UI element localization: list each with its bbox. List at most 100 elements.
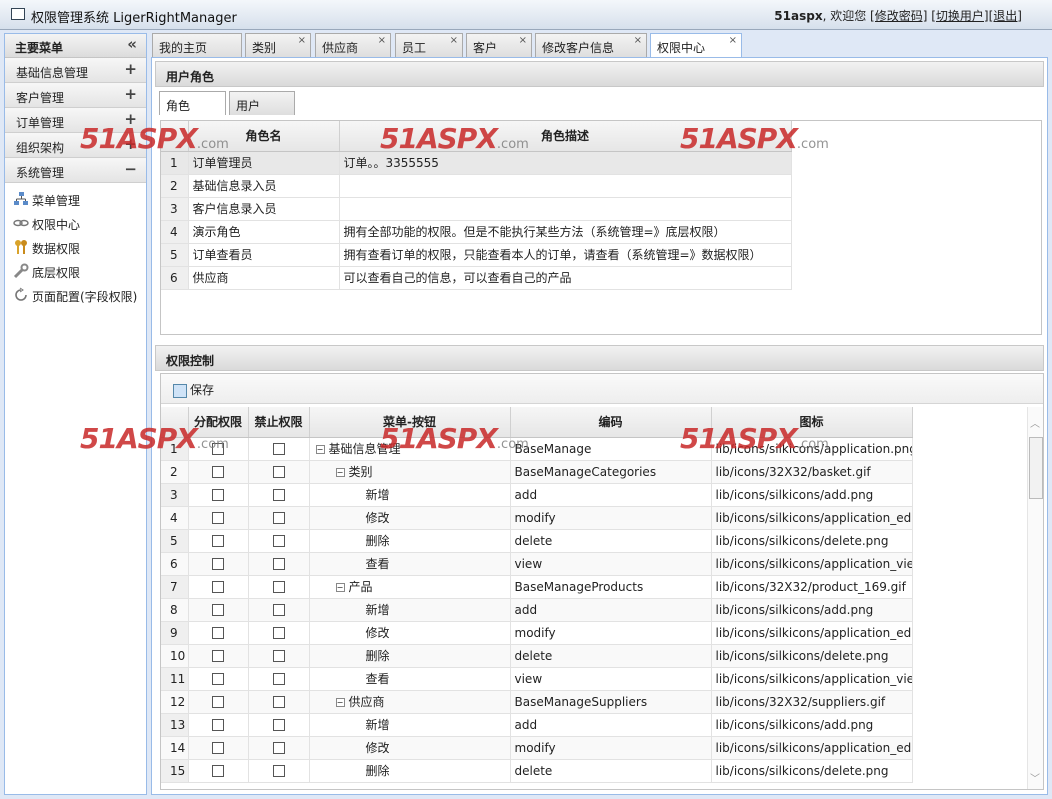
forbid-checkbox[interactable]: [272, 443, 285, 455]
forbid-checkbox[interactable]: [272, 489, 285, 501]
scrollbar-thumb[interactable]: [1029, 437, 1043, 499]
column-header-code[interactable]: 编码: [510, 407, 712, 438]
assign-checkbox[interactable]: [212, 765, 224, 777]
sidebar-group-organization[interactable]: 组织架构 +: [5, 133, 146, 158]
forbid-checkbox[interactable]: [272, 742, 285, 754]
assign-checkbox[interactable]: [212, 696, 224, 708]
table-row[interactable]: 3 客户信息录入员: [161, 197, 792, 221]
sidebar-item-data-permission[interactable]: 数据权限: [5, 235, 146, 259]
assign-checkbox[interactable]: [212, 627, 224, 639]
column-header-forbid[interactable]: 禁止权限: [248, 407, 310, 438]
table-row[interactable]: 12− 供应商 BaseManageSuppliers lib/icons/32X32…: [161, 690, 913, 714]
tree-collapse-icon[interactable]: −: [335, 698, 345, 707]
close-icon[interactable]: ×: [378, 35, 386, 46]
sidebar-item-menu-manage[interactable]: 菜单管理: [5, 187, 146, 211]
sidebar-item-page-config[interactable]: 页面配置(字段权限): [5, 283, 146, 307]
row-number: 13: [161, 713, 189, 737]
save-button[interactable]: 保存: [173, 381, 214, 398]
table-row[interactable]: 1− 基础信息管理 BaseManage lib/icons/silkicons/ap…: [161, 437, 913, 461]
forbid-checkbox[interactable]: [272, 512, 285, 524]
code-cell: delete: [510, 529, 712, 553]
table-row[interactable]: 8 新增 add lib/icons/silkicons/add.png: [161, 598, 913, 622]
forbid-checkbox[interactable]: [272, 627, 285, 639]
column-header-menu-button[interactable]: 菜单-按钮: [309, 407, 511, 438]
table-row[interactable]: 4 演示角色 拥有全部功能的权限。但是不能执行某些方法（系统管理=》底层权限）: [161, 220, 792, 244]
column-header-role-desc[interactable]: 角色描述: [339, 121, 792, 152]
collapse-icon[interactable]: «: [127, 35, 137, 53]
assign-checkbox[interactable]: [212, 719, 224, 731]
tree-collapse-icon[interactable]: −: [335, 583, 345, 592]
forbid-checkbox[interactable]: [272, 581, 285, 593]
forbid-checkbox[interactable]: [272, 535, 285, 547]
sidebar-item-permission-center[interactable]: 权限中心: [5, 211, 146, 235]
table-row[interactable]: 11 查看 view lib/icons/silkicons/application_…: [161, 667, 913, 691]
sidebar-item-base-permission[interactable]: 底层权限: [5, 259, 146, 283]
change-password-link[interactable]: [修改密码]: [870, 9, 927, 23]
vertical-scrollbar[interactable]: ︿ ﹀: [1027, 407, 1043, 789]
scroll-up-icon[interactable]: ︿: [1030, 415, 1040, 430]
subtab-users[interactable]: 用户: [229, 91, 295, 115]
tab-category[interactable]: 类别 ×: [245, 33, 311, 57]
assign-checkbox[interactable]: [212, 581, 224, 593]
forbid-checkbox[interactable]: [272, 673, 285, 685]
table-row[interactable]: 14 修改 modify lib/icons/silkicons/applicatio…: [161, 736, 913, 760]
assign-checkbox[interactable]: [212, 673, 224, 685]
tree-collapse-icon[interactable]: −: [315, 445, 325, 454]
assign-checkbox[interactable]: [212, 466, 224, 478]
assign-checkbox[interactable]: [212, 558, 224, 570]
tab-edit-customer[interactable]: 修改客户信息 ×: [535, 33, 647, 57]
forbid-checkbox[interactable]: [272, 765, 285, 777]
table-row[interactable]: 4 修改 modify lib/icons/silkicons/application…: [161, 506, 913, 530]
tab-employee[interactable]: 员工 ×: [395, 33, 463, 57]
scroll-down-icon[interactable]: ﹀: [1030, 770, 1040, 785]
close-icon[interactable]: ×: [519, 35, 527, 46]
assign-cell: [188, 529, 249, 553]
table-row[interactable]: 1 订单管理员 订单。。3355555: [161, 151, 792, 175]
table-row[interactable]: 2 基础信息录入员: [161, 174, 792, 198]
assign-checkbox[interactable]: [212, 604, 224, 616]
sidebar-group-system[interactable]: 系统管理 −: [5, 158, 146, 183]
forbid-checkbox[interactable]: [272, 696, 285, 708]
row-number: 1: [161, 437, 189, 461]
tree-collapse-icon[interactable]: −: [335, 468, 345, 477]
table-row[interactable]: 10 删除 delete lib/icons/silkicons/delete.png: [161, 644, 913, 668]
forbid-checkbox[interactable]: [272, 466, 285, 478]
column-header-icon[interactable]: 图标: [711, 407, 913, 438]
column-header-assign[interactable]: 分配权限: [188, 407, 249, 438]
column-header-role-name[interactable]: 角色名: [188, 121, 340, 152]
table-row[interactable]: 9 修改 modify lib/icons/silkicons/application…: [161, 621, 913, 645]
forbid-checkbox[interactable]: [272, 719, 285, 731]
subtab-roles[interactable]: 角色: [159, 91, 226, 115]
table-row[interactable]: 5 删除 delete lib/icons/silkicons/delete.png: [161, 529, 913, 553]
forbid-checkbox[interactable]: [272, 604, 285, 616]
tab-home[interactable]: 我的主页: [152, 33, 242, 57]
table-row[interactable]: 5 订单查看员 拥有查看订单的权限，只能查看本人的订单，请查看（系统管理=》数据权限…: [161, 243, 792, 267]
close-icon[interactable]: ×: [634, 35, 642, 46]
close-icon[interactable]: ×: [450, 35, 458, 46]
table-row[interactable]: 2− 类别 BaseManageCategories lib/icons/32X32/…: [161, 460, 913, 484]
switch-user-link[interactable]: [切换用户]: [931, 9, 988, 23]
tab-permission-center[interactable]: 权限中心 ×: [650, 33, 742, 58]
forbid-checkbox[interactable]: [272, 650, 285, 662]
close-icon[interactable]: ×: [298, 35, 306, 46]
tab-customer[interactable]: 客户 ×: [466, 33, 532, 57]
sidebar-group-basic-info[interactable]: 基础信息管理 +: [5, 58, 146, 83]
assign-checkbox[interactable]: [212, 650, 224, 662]
forbid-checkbox[interactable]: [272, 558, 285, 570]
table-row[interactable]: 3 新增 add lib/icons/silkicons/add.png: [161, 483, 913, 507]
close-icon[interactable]: ×: [729, 35, 737, 46]
sidebar-group-orders[interactable]: 订单管理 +: [5, 108, 146, 133]
sidebar-group-customers[interactable]: 客户管理 +: [5, 83, 146, 108]
assign-checkbox[interactable]: [212, 489, 224, 501]
table-row[interactable]: 15 删除 delete lib/icons/silkicons/delete.png: [161, 759, 913, 783]
table-row[interactable]: 6 查看 view lib/icons/silkicons/application_v…: [161, 552, 913, 576]
table-row[interactable]: 7− 产品 BaseManageProducts lib/icons/32X32/pr…: [161, 575, 913, 599]
table-row[interactable]: 13 新增 add lib/icons/silkicons/add.png: [161, 713, 913, 737]
assign-checkbox[interactable]: [212, 535, 224, 547]
assign-checkbox[interactable]: [212, 443, 224, 455]
logout-link[interactable]: [退出]: [989, 9, 1022, 23]
assign-checkbox[interactable]: [212, 512, 224, 524]
assign-checkbox[interactable]: [212, 742, 224, 754]
table-row[interactable]: 6 供应商 可以查看自己的信息，可以查看自己的产品: [161, 266, 792, 290]
tab-supplier[interactable]: 供应商 ×: [315, 33, 391, 57]
